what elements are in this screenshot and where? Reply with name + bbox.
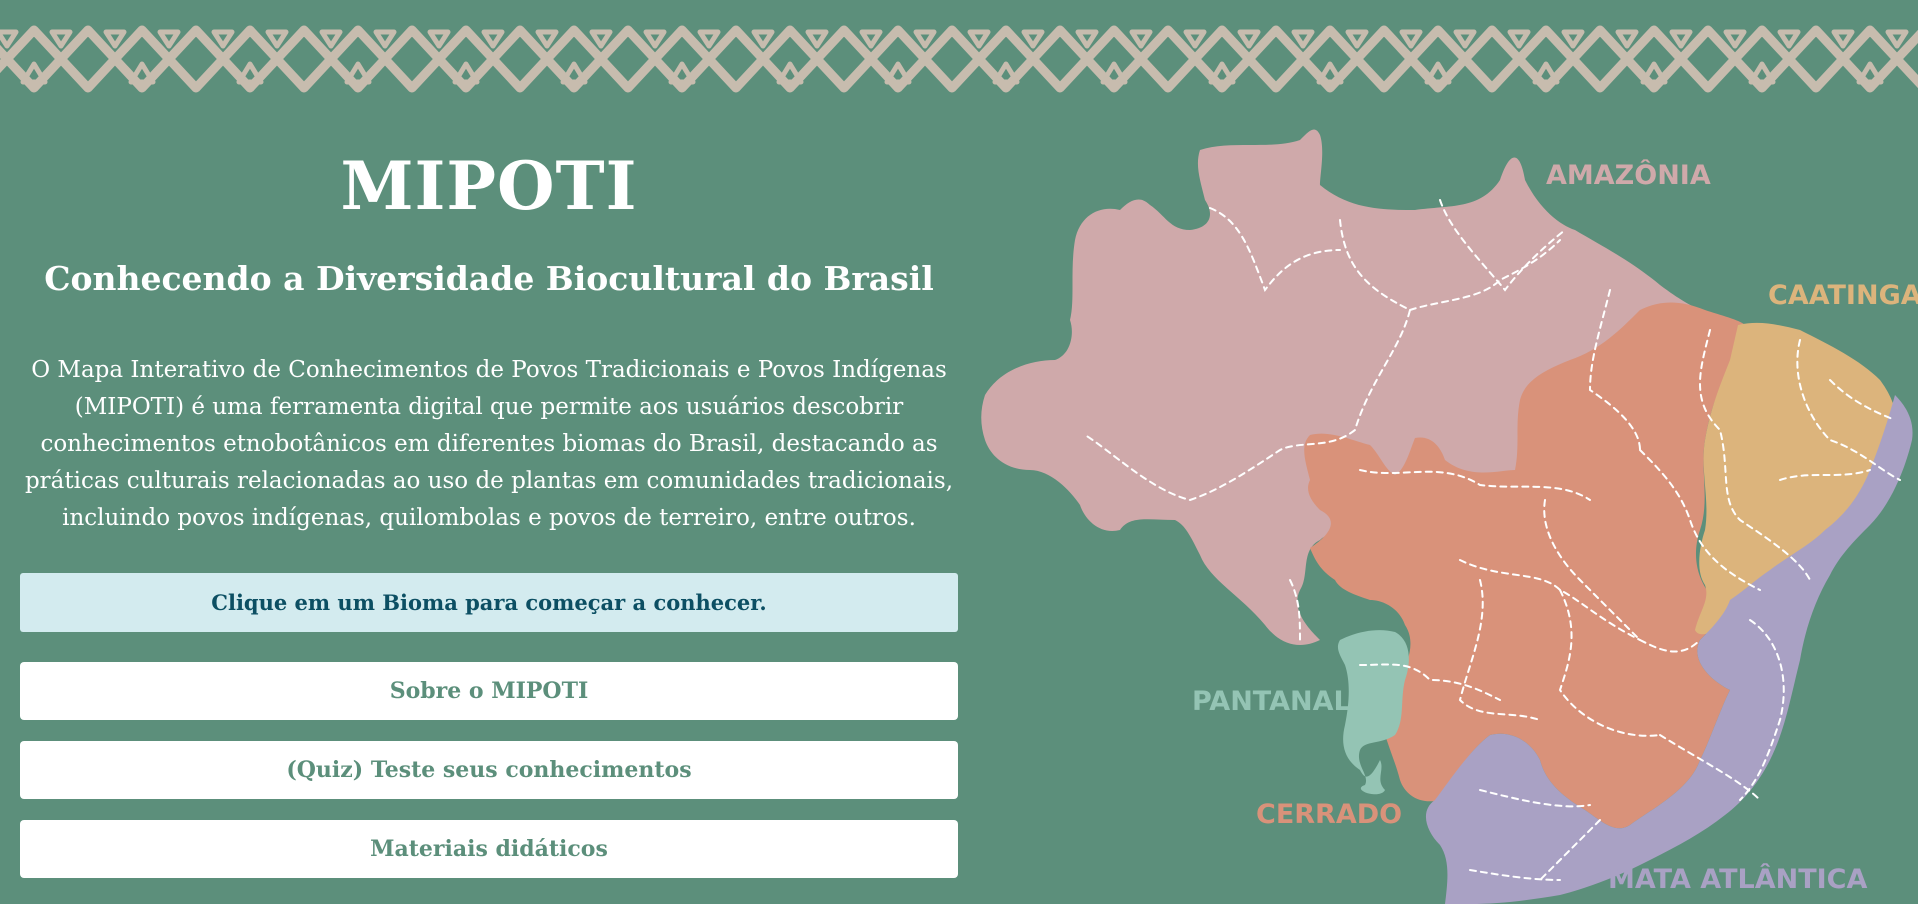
pattern-triangle <box>1723 29 1747 49</box>
pattern-triangle <box>1183 29 1207 49</box>
pattern-triangle <box>1532 61 1560 85</box>
label-amazonia: AMAZÔNIA <box>1546 159 1711 191</box>
pattern-triangle <box>1021 29 1045 49</box>
pattern-triangle <box>967 29 991 49</box>
pattern-triangle <box>452 61 480 85</box>
quiz-button[interactable]: (Quiz) Teste seus conhecimentos <box>20 741 958 799</box>
pattern-triangle <box>20 61 48 85</box>
pattern-triangle <box>128 61 156 85</box>
pattern-triangle <box>1453 29 1477 49</box>
pattern-triangle <box>1748 61 1776 85</box>
pattern-triangle <box>589 29 613 49</box>
pattern-triangle <box>103 29 127 49</box>
pattern-triangle <box>859 29 883 49</box>
pattern-triangle <box>211 29 235 49</box>
pattern-triangle <box>776 61 804 85</box>
pattern-triangle <box>49 29 73 49</box>
pattern-triangle <box>1345 29 1369 49</box>
pattern-triangle <box>1424 61 1452 85</box>
pattern-triangle <box>319 29 343 49</box>
pattern-triangle <box>913 29 937 49</box>
pattern-triangle <box>1640 61 1668 85</box>
pattern-triangle <box>1885 29 1909 49</box>
pattern-triangle <box>1615 29 1639 49</box>
pattern-triangle <box>992 61 1020 85</box>
pattern-triangle <box>884 61 912 85</box>
tribal-pattern-banner <box>0 25 1918 93</box>
pattern-triangle <box>697 29 721 49</box>
biome-hint-banner: Clique em um Bioma para começar a conhec… <box>20 573 958 632</box>
pattern-triangle <box>805 29 829 49</box>
pattern-triangle <box>373 29 397 49</box>
pattern-triangle <box>1561 29 1585 49</box>
label-caatinga: CAATINGA <box>1768 280 1918 311</box>
label-mata-atlantica: MATA ATLÂNTICA <box>1608 863 1867 895</box>
pattern-triangle <box>1856 61 1884 85</box>
page-title: MIPOTI <box>340 147 638 225</box>
pattern-triangle <box>1129 29 1153 49</box>
pattern-triangle <box>0 29 19 49</box>
pattern-triangle <box>1777 29 1801 49</box>
pattern-triangle <box>157 29 181 49</box>
label-cerrado: CERRADO <box>1256 799 1402 830</box>
page-subtitle: Conhecendo a Diversidade Biocultural do … <box>44 258 934 298</box>
pattern-triangle <box>1100 61 1128 85</box>
pattern-triangle <box>1669 29 1693 49</box>
pattern-triangle <box>481 29 505 49</box>
pattern-triangle <box>1237 29 1261 49</box>
pattern-triangle <box>1831 29 1855 49</box>
brazil-biome-map: AMAZÔNIA CAATINGA PANTANAL CERRADO MATA … <box>981 129 1918 904</box>
pattern-triangle <box>1075 29 1099 49</box>
intro-panel: MIPOTI Conhecendo a Diversidade Biocultu… <box>20 120 958 537</box>
pattern-triangle <box>1399 29 1423 49</box>
pattern-triangle <box>344 61 372 85</box>
materials-button[interactable]: Materiais didáticos <box>20 820 958 878</box>
pattern-triangle <box>427 29 451 49</box>
label-pantanal: PANTANAL <box>1192 686 1351 717</box>
pattern-triangle <box>1316 61 1344 85</box>
pattern-triangle <box>535 29 559 49</box>
pattern-triangle <box>236 61 264 85</box>
pattern-triangle <box>1291 29 1315 49</box>
intro-description: O Mapa Interativo de Conhecimentos de Po… <box>24 357 954 532</box>
pattern-triangle <box>643 29 667 49</box>
pattern-triangle <box>1208 61 1236 85</box>
pattern-triangle <box>668 61 696 85</box>
about-button[interactable]: Sobre o MIPOTI <box>20 662 958 720</box>
pattern-triangle <box>1507 29 1531 49</box>
pattern-triangle <box>265 29 289 49</box>
pattern-triangle <box>560 61 588 85</box>
pattern-triangle <box>751 29 775 49</box>
